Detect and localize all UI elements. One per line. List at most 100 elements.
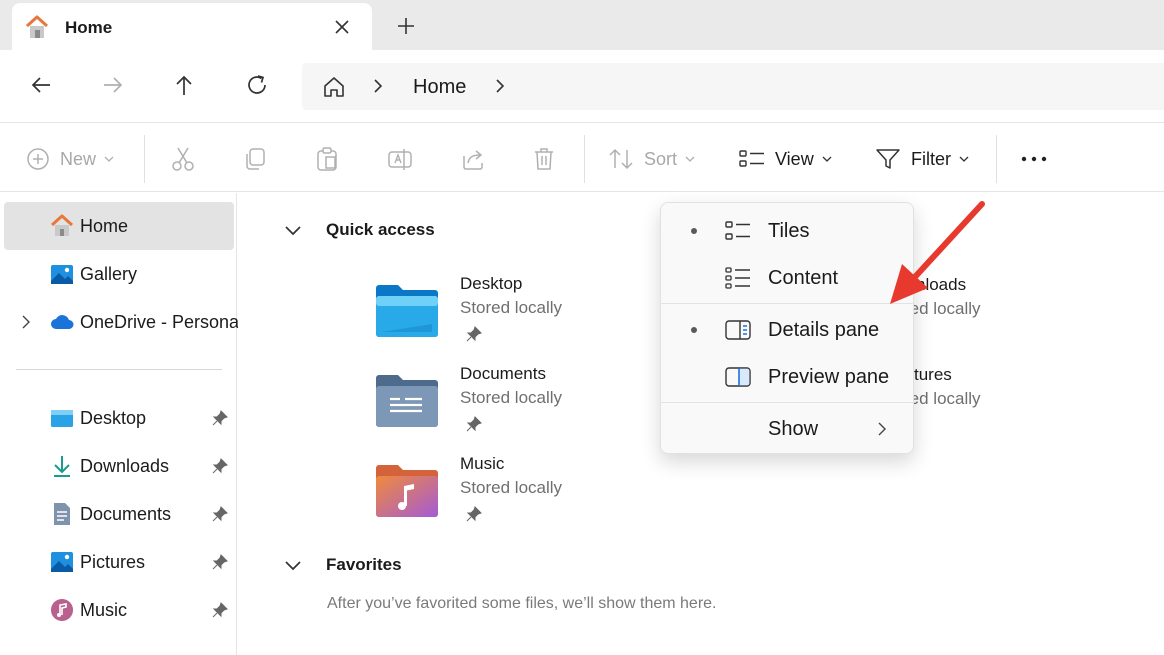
filter-label: Filter [911, 148, 951, 169]
chevron-right-icon[interactable] [20, 314, 32, 330]
sidebar-item-music[interactable]: Music [4, 586, 234, 634]
item-status: Stored locally [460, 478, 563, 497]
home-icon [25, 15, 49, 38]
paste-icon[interactable] [315, 146, 339, 172]
section-title: Quick access [326, 220, 435, 239]
breadcrumb-home[interactable]: Home [413, 76, 466, 99]
address-bar[interactable]: Home [302, 63, 1164, 110]
sidebar-item-label: Downloads [80, 456, 170, 476]
sidebar-item-label: Gallery [80, 264, 138, 284]
sidebar-item-pictures[interactable]: Pictures [4, 538, 234, 586]
sidebar-item-home[interactable]: Home [4, 202, 234, 250]
item-name: Documents [460, 364, 546, 383]
desktop-folder-icon [51, 410, 73, 427]
sidebar-item-downloads[interactable]: Downloads [4, 442, 234, 490]
delete-icon[interactable] [532, 146, 556, 172]
tab-home[interactable]: Home [12, 3, 372, 50]
checked-dot-icon [691, 327, 697, 333]
command-bar: New Sort View Filter [0, 122, 1164, 192]
share-icon[interactable] [460, 146, 486, 172]
music-icon [51, 599, 73, 621]
sidebar-item-label: Music [80, 600, 128, 620]
chevron-right-icon[interactable] [492, 77, 508, 95]
toolbar-divider [144, 135, 145, 183]
chevron-down-icon[interactable] [284, 559, 302, 571]
refresh-icon[interactable] [244, 72, 270, 98]
item-status: Stored locally [460, 388, 563, 407]
pin-icon[interactable] [466, 416, 482, 432]
view-menu-item-content[interactable]: Content [661, 256, 913, 300]
chevron-down-icon[interactable] [284, 224, 302, 236]
preview-pane-icon [725, 367, 751, 387]
item-status: Stored locally [460, 298, 563, 317]
chevron-down-icon [685, 156, 695, 162]
sidebar-item-documents[interactable]: Documents [4, 490, 234, 538]
toolbar-divider [996, 135, 997, 183]
more-icon[interactable] [1020, 146, 1048, 172]
menu-item-label: Show [768, 418, 819, 440]
documents-folder-icon [376, 375, 438, 427]
menu-divider [661, 402, 913, 403]
download-icon [54, 456, 70, 477]
view-menu-item-preview-pane[interactable]: Preview pane [661, 355, 913, 399]
sort-icon [609, 148, 633, 170]
rename-icon[interactable] [387, 146, 413, 172]
view-icon [739, 150, 764, 167]
quick-access-header[interactable]: Quick access [284, 217, 435, 243]
tiles-icon [725, 221, 750, 240]
document-icon [54, 503, 70, 525]
view-menu: Tiles Content Details pane Preview pane … [660, 202, 914, 454]
item-status: red locally [904, 389, 981, 408]
sidebar-item-onedrive[interactable]: OneDrive - Persona [4, 298, 239, 346]
toolbar-divider [584, 135, 585, 183]
music-folder-icon [376, 465, 438, 517]
pin-icon[interactable] [212, 506, 228, 522]
arrow-left-icon[interactable] [28, 72, 54, 98]
arrow-up-icon[interactable] [171, 72, 197, 98]
pin-icon[interactable] [212, 602, 228, 618]
sidebar-item-desktop[interactable]: Desktop [4, 394, 234, 442]
sidebar-divider [16, 369, 222, 370]
arrow-right-icon[interactable] [100, 72, 126, 98]
pin-icon[interactable] [212, 410, 228, 426]
view-menu-item-tiles[interactable]: Tiles [661, 209, 913, 253]
close-icon[interactable] [330, 15, 354, 39]
plus-icon[interactable] [394, 14, 418, 38]
item-name[interactable]: tures [914, 365, 952, 385]
pin-icon[interactable] [212, 554, 228, 570]
copy-icon[interactable] [243, 146, 267, 172]
new-button[interactable]: New [26, 146, 114, 172]
annotation-arrow-icon [890, 201, 985, 304]
sidebar-item-gallery[interactable]: Gallery [4, 250, 234, 298]
tab-strip: Home [0, 0, 1164, 50]
plus-circle-icon [27, 148, 49, 170]
quick-access-item-documents[interactable]: Documents Stored locally [374, 364, 604, 444]
cut-icon[interactable] [171, 146, 195, 172]
home-outline-icon[interactable] [322, 75, 346, 99]
chevron-right-icon[interactable] [370, 77, 386, 95]
tab-title: Home [65, 18, 113, 37]
filter-button[interactable]: Filter [875, 146, 969, 172]
item-name: Music [460, 454, 505, 473]
chevron-down-icon [104, 156, 114, 162]
quick-access-item-desktop[interactable]: Desktop Stored locally [374, 274, 604, 354]
sidebar-item-label: Desktop [80, 408, 147, 428]
navigation-bar: Home [0, 50, 1164, 122]
menu-item-label: Preview pane [768, 366, 890, 388]
view-menu-item-details-pane[interactable]: Details pane [661, 308, 913, 352]
favorites-header[interactable]: Favorites [284, 552, 402, 578]
quick-access-item-music[interactable]: Music Stored locally [374, 454, 604, 534]
chevron-right-icon [878, 422, 886, 436]
gallery-icon [51, 265, 73, 284]
content-icon [725, 267, 750, 289]
section-title: Favorites [326, 555, 402, 574]
sort-button[interactable]: Sort [608, 146, 695, 172]
pin-icon[interactable] [212, 458, 228, 474]
view-button[interactable]: View [739, 146, 832, 172]
pin-icon[interactable] [466, 326, 482, 342]
chevron-down-icon [822, 156, 832, 162]
view-menu-item-show[interactable]: Show [661, 407, 913, 451]
sidebar-item-label: Home [80, 216, 129, 236]
cloud-icon [51, 315, 74, 329]
pin-icon[interactable] [466, 506, 482, 522]
